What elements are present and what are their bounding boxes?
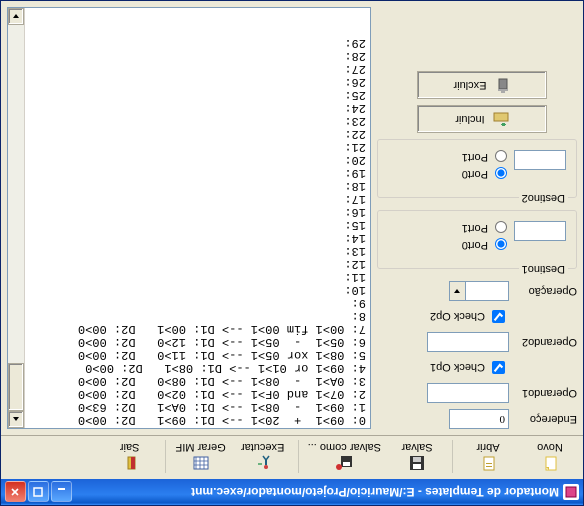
- destino1-input[interactable]: [514, 221, 566, 241]
- check-op1-label: Check Op1: [430, 362, 485, 374]
- exit-label: Sair: [120, 441, 140, 453]
- port0-label: Port0: [462, 240, 488, 252]
- operacao-combobox[interactable]: [449, 281, 509, 301]
- output-text: 0: 09>1 + 20>1 --> D1: 09>1 D2: 00>0 1: …: [25, 8, 370, 428]
- incluir-button[interactable]: Incluir: [417, 105, 547, 133]
- maximize-button[interactable]: [28, 482, 49, 503]
- operando1-input[interactable]: [427, 383, 509, 403]
- vertical-scrollbar[interactable]: [8, 8, 25, 428]
- run-icon: [253, 454, 273, 472]
- excluir-label: Excluir: [454, 79, 487, 91]
- close-button[interactable]: [5, 482, 26, 503]
- port0-label-2: Port0: [462, 169, 488, 181]
- operando2-input[interactable]: [427, 332, 509, 352]
- chevron-down-icon: [450, 282, 466, 300]
- destino2-input[interactable]: [514, 150, 566, 170]
- save-as-button[interactable]: Salvar como ...: [303, 436, 386, 477]
- operando2-label: Operando2: [515, 336, 577, 348]
- open-button[interactable]: Abrir: [457, 436, 519, 477]
- check-op1-checkbox[interactable]: [492, 361, 505, 374]
- scroll-track[interactable]: [8, 25, 24, 411]
- save-label: Salvar: [401, 441, 432, 453]
- form-panel: Endereço Operando1 Check Op1 Operando2 C…: [377, 7, 577, 429]
- scroll-up-button[interactable]: [8, 411, 24, 428]
- new-file-icon: [540, 454, 560, 472]
- endereco-label: Endereço: [515, 413, 577, 425]
- app-window: Montador de Templates - E:/Mauricio/Proj…: [0, 0, 584, 506]
- gen-mif-button[interactable]: Gerar MIF: [170, 436, 232, 477]
- save-as-label: Salvar como ...: [308, 441, 381, 453]
- save-as-icon: [334, 454, 354, 472]
- titlebar: Montador de Templates - E:/Mauricio/Proj…: [1, 479, 583, 505]
- port1-label: Port1: [462, 223, 488, 235]
- destino2-port1-radio[interactable]: [495, 150, 507, 162]
- client-area: Endereço Operando1 Check Op1 Operando2 C…: [1, 1, 583, 435]
- add-record-icon: [493, 110, 509, 129]
- toolbar: Novo Abrir Salvar Salvar como ...: [1, 435, 583, 479]
- toolbar-separator: [298, 440, 299, 473]
- destino1-group: Destino1 Port0 Port1: [377, 210, 577, 275]
- destino1-legend: Destino1: [519, 263, 568, 275]
- incluir-label: Incluir: [455, 113, 484, 125]
- operacao-label: Operação: [515, 285, 577, 297]
- app-icon: [563, 484, 579, 500]
- new-label: Novo: [537, 441, 563, 453]
- output-listbox[interactable]: 0: 09>1 + 20>1 --> D1: 09>1 D2: 00>0 1: …: [7, 7, 371, 429]
- save-button[interactable]: Salvar: [386, 436, 448, 477]
- check-op2-label: Check Op2: [430, 311, 485, 323]
- exit-icon: [120, 454, 140, 472]
- excluir-button[interactable]: Excluir: [417, 71, 547, 99]
- toolbar-separator: [452, 440, 453, 473]
- minimize-button[interactable]: [51, 482, 72, 503]
- destino1-port0-radio[interactable]: [495, 238, 507, 250]
- gen-mif-label: Gerar MIF: [176, 441, 226, 453]
- destino1-port1-radio[interactable]: [495, 221, 507, 233]
- destino2-legend: Destino2: [519, 192, 568, 204]
- trash-icon: [495, 76, 511, 95]
- endereco-input[interactable]: [449, 409, 509, 429]
- scroll-thumb[interactable]: [8, 363, 24, 411]
- save-icon: [407, 454, 427, 472]
- toolbar-separator: [165, 440, 166, 473]
- open-label: Abrir: [476, 441, 499, 453]
- run-label: Executar: [241, 441, 284, 453]
- grid-icon: [191, 454, 211, 472]
- operando1-label: Operando1: [515, 387, 577, 399]
- open-file-icon: [478, 454, 498, 472]
- run-button[interactable]: Executar: [232, 436, 294, 477]
- port1-label-2: Port1: [462, 152, 488, 164]
- destino2-group: Destino2 Port0 Port1: [377, 139, 577, 204]
- window-title: Montador de Templates - E:/Mauricio/Proj…: [72, 485, 559, 499]
- check-op2-checkbox[interactable]: [492, 310, 505, 323]
- scroll-down-button[interactable]: [8, 8, 24, 25]
- new-button[interactable]: Novo: [519, 436, 581, 477]
- destino2-port0-radio[interactable]: [495, 167, 507, 179]
- exit-button[interactable]: Sair: [99, 436, 161, 477]
